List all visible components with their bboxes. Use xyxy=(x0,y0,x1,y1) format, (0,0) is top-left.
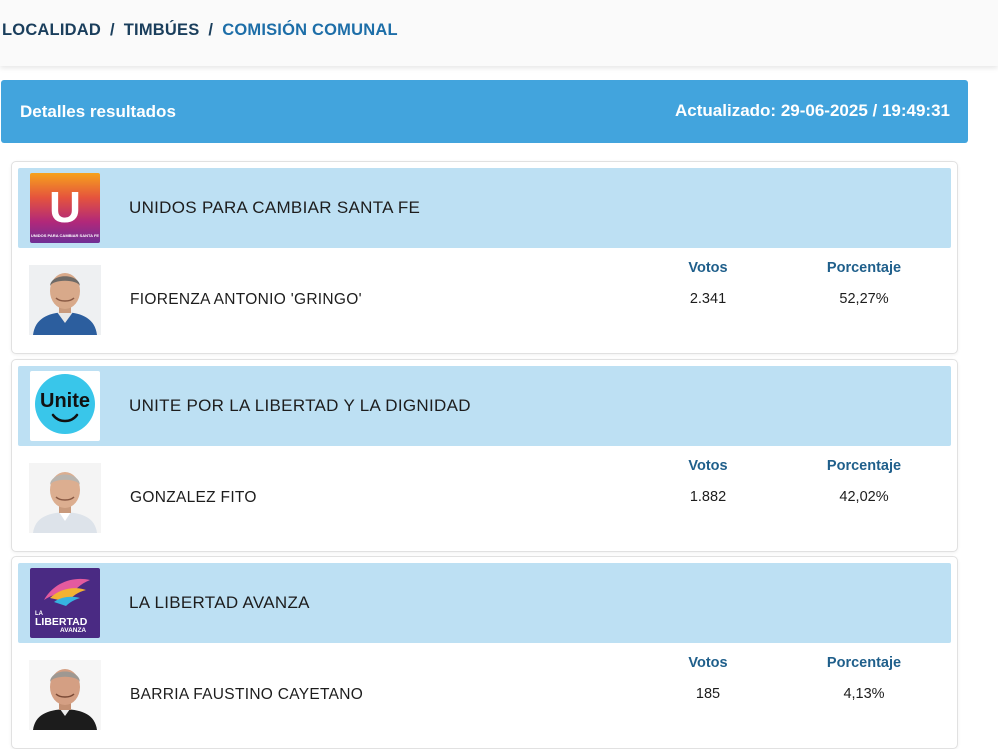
party-row: Unite UNITE POR LA LIBERTAD Y LA DIGNIDA… xyxy=(18,366,951,446)
party-logo-unite: Unite xyxy=(30,371,100,441)
svg-text:UNIDOS PARA CAMBIAR SANTA FE: UNIDOS PARA CAMBIAR SANTA FE xyxy=(31,233,100,238)
svg-text:U: U xyxy=(49,183,81,232)
candidate-photo xyxy=(29,265,101,335)
result-card: Unite UNITE POR LA LIBERTAD Y LA DIGNIDA… xyxy=(11,359,958,552)
votes-header: Votos xyxy=(688,655,728,671)
party-name: UNIDOS PARA CAMBIAR SANTA FE xyxy=(129,198,421,217)
breadcrumb-localidad[interactable]: LOCALIDAD xyxy=(2,21,101,39)
breadcrumb-comision-comunal: COMISIÓN COMUNAL xyxy=(222,21,398,39)
party-logo-libertad-avanza: LA LIBERTAD AVANZA xyxy=(30,568,100,638)
result-card: U UNIDOS PARA CAMBIAR SANTA FE UNIDOS PA… xyxy=(11,161,958,354)
result-card: LA LIBERTAD AVANZA LA LIBERTAD AVANZA BA… xyxy=(11,556,958,749)
votes-value: 2.341 xyxy=(689,291,727,307)
percentage-value: 42,02% xyxy=(839,489,889,505)
updated-timestamp: Actualizado: 29-06-2025 / 19:49:31 xyxy=(675,101,950,120)
results-title: Detalles resultados xyxy=(20,102,176,121)
party-logo-unidos: U UNIDOS PARA CAMBIAR SANTA FE xyxy=(30,173,100,243)
votes-header: Votos xyxy=(688,260,728,276)
candidate-photo xyxy=(29,463,101,533)
svg-text:AVANZA: AVANZA xyxy=(60,627,86,634)
votes-header: Votos xyxy=(688,458,728,474)
results-header: Detalles resultados Actualizado: 29-06-2… xyxy=(1,80,968,143)
party-name: UNITE POR LA LIBERTAD Y LA DIGNIDAD xyxy=(129,396,471,415)
party-row: LA LIBERTAD AVANZA LA LIBERTAD AVANZA xyxy=(18,563,951,643)
candidate-name: GONZALEZ FITO xyxy=(130,489,257,506)
votes-value: 185 xyxy=(695,686,721,702)
percentage-value: 4,13% xyxy=(843,686,885,702)
top-bar: LOCALIDAD / TIMBÚES / COMISIÓN COMUNAL xyxy=(0,0,998,66)
svg-text:Unite: Unite xyxy=(40,390,90,412)
candidate-name: FIORENZA ANTONIO 'GRINGO' xyxy=(130,291,362,308)
party-name: LA LIBERTAD AVANZA xyxy=(129,593,310,612)
breadcrumb-separator: / xyxy=(109,21,115,39)
candidate-name: BARRIA FAUSTINO CAYETANO xyxy=(130,686,364,703)
party-row: U UNIDOS PARA CAMBIAR SANTA FE UNIDOS PA… xyxy=(18,168,951,248)
percentage-value: 52,27% xyxy=(839,291,889,307)
percentage-header: Porcentaje xyxy=(826,458,902,474)
percentage-header: Porcentaje xyxy=(826,655,902,671)
breadcrumb-timbues[interactable]: TIMBÚES xyxy=(124,21,200,39)
votes-value: 1.882 xyxy=(689,489,727,505)
candidate-photo xyxy=(29,660,101,730)
breadcrumb: LOCALIDAD / TIMBÚES / COMISIÓN COMUNAL xyxy=(2,21,398,40)
percentage-header: Porcentaje xyxy=(826,260,902,276)
breadcrumb-separator: / xyxy=(208,21,214,39)
